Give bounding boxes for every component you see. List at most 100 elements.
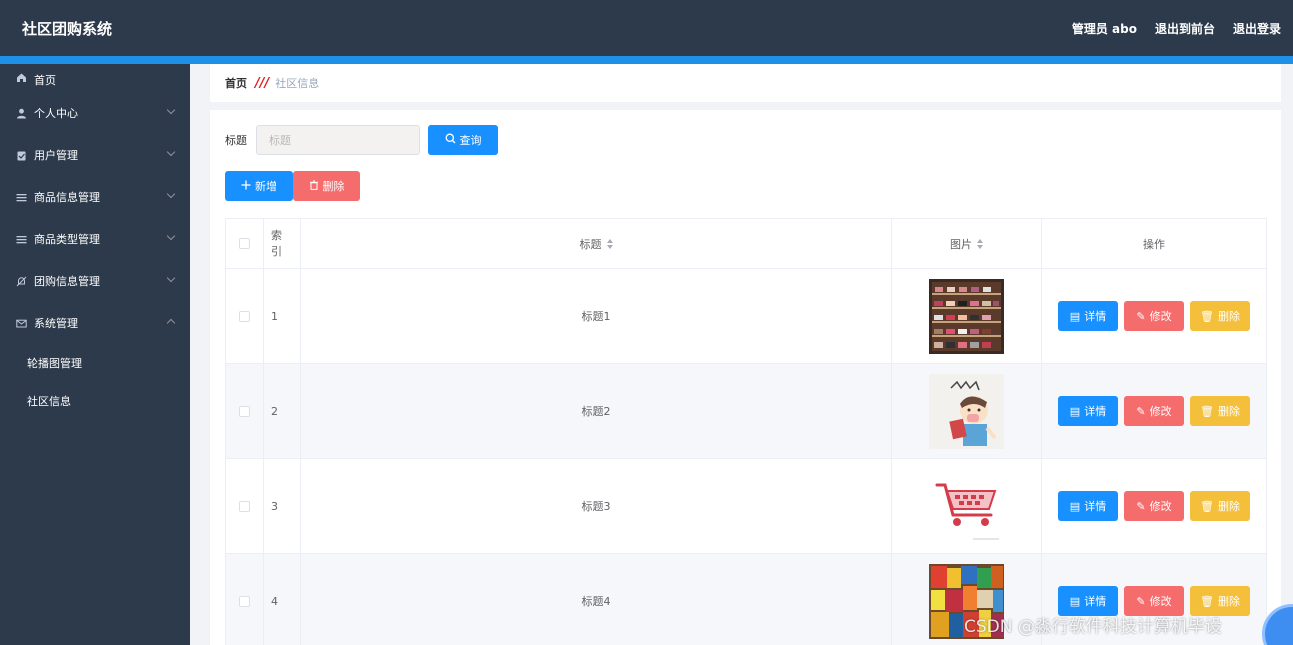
sort-icon[interactable] xyxy=(606,238,613,249)
document-icon: ▤ xyxy=(1069,404,1081,418)
breadcrumb-separator-icon: /// xyxy=(255,75,270,91)
sidebar-item-label: 系统管理 xyxy=(34,317,78,330)
edit-button[interactable]: ✎ 修改 xyxy=(1124,491,1184,521)
admin-user-link[interactable]: 管理员 abo xyxy=(1072,20,1137,37)
header-checkbox-cell xyxy=(226,219,264,268)
header-accent-bar xyxy=(0,56,1293,64)
shopping-cart-image[interactable] xyxy=(929,468,1004,544)
list-icon xyxy=(16,234,27,245)
row-checkbox[interactable] xyxy=(239,500,250,512)
shoe-rack-image[interactable] xyxy=(929,278,1004,354)
sidebar-item-label: 商品信息管理 xyxy=(34,191,100,204)
sidebar-subitem-carousel[interactable]: 轮播图管理 xyxy=(0,344,190,382)
header-title[interactable]: 标题 xyxy=(301,219,892,268)
breadcrumb: 首页 /// 社区信息 xyxy=(210,64,1281,102)
row-operations: ▤ 详情 ✎ 修改 🗑 删除 xyxy=(1042,269,1266,363)
chevron-down-icon xyxy=(166,273,176,283)
edit-label: 修改 xyxy=(1149,310,1172,323)
edit-label: 修改 xyxy=(1149,595,1172,608)
edit-button[interactable]: ✎ 修改 xyxy=(1124,396,1184,426)
select-all-checkbox[interactable] xyxy=(239,238,250,249)
sidebar-item-personal-center[interactable]: 个人中心 xyxy=(0,92,190,134)
sidebar-item-group-buy[interactable]: 团购信息管理 xyxy=(0,260,190,302)
document-icon: ▤ xyxy=(1069,309,1081,323)
header-image-label: 图片 xyxy=(950,237,972,251)
pencil-icon: ✎ xyxy=(1136,309,1146,323)
cartoon-shopper-image[interactable] xyxy=(929,373,1004,449)
row-index: 2 xyxy=(264,364,301,458)
pencil-icon: ✎ xyxy=(1136,404,1146,418)
batch-delete-button[interactable]: 删除 xyxy=(293,171,360,201)
row-image-cell xyxy=(892,269,1042,363)
main-panel: 标题 查询 新增 删除 索引 标题 xyxy=(210,110,1281,645)
edit-label: 修改 xyxy=(1149,500,1172,513)
chevron-up-icon xyxy=(166,318,176,328)
query-button[interactable]: 查询 xyxy=(428,125,498,155)
detail-button[interactable]: ▤ 详情 xyxy=(1058,396,1118,426)
sidebar-item-product-info[interactable]: 商品信息管理 xyxy=(0,176,190,218)
edit-label: 修改 xyxy=(1149,405,1172,418)
detail-label: 详情 xyxy=(1084,405,1107,418)
list-icon xyxy=(16,192,27,203)
row-operations: ▤ 详情 ✎ 修改 🗑 删除 xyxy=(1042,459,1266,553)
chevron-down-icon xyxy=(166,147,176,157)
detail-label: 详情 xyxy=(1084,310,1107,323)
exit-to-frontend-link[interactable]: 退出到前台 xyxy=(1155,20,1215,37)
row-checkbox-cell xyxy=(226,459,264,553)
row-title: 标题1 xyxy=(301,269,892,363)
sidebar-item-label: 个人中心 xyxy=(34,107,78,120)
data-table: 索引 标题 图片 操作 1 标题1 ▤ 详情 ✎ 修改 🗑 删除 2 标题2 ▤… xyxy=(225,218,1267,645)
detail-button[interactable]: ▤ 详情 xyxy=(1058,301,1118,331)
row-checkbox[interactable] xyxy=(239,310,250,322)
action-bar: 新增 删除 xyxy=(225,171,360,201)
header-operation: 操作 xyxy=(1042,219,1266,268)
header-index: 索引 xyxy=(264,219,301,268)
sidebar-item-system-management[interactable]: 系统管理 xyxy=(0,302,190,344)
detail-label: 详情 xyxy=(1084,595,1107,608)
search-icon xyxy=(445,133,456,147)
delete-label: 删除 xyxy=(1217,500,1240,513)
chevron-down-icon xyxy=(166,105,176,115)
table-row: 2 标题2 ▤ 详情 ✎ 修改 🗑 删除 xyxy=(226,364,1266,459)
row-title: 标题2 xyxy=(301,364,892,458)
query-button-label: 查询 xyxy=(459,134,482,147)
row-checkbox[interactable] xyxy=(239,405,250,417)
row-image-cell xyxy=(892,364,1042,458)
header-image[interactable]: 图片 xyxy=(892,219,1042,268)
row-operations: ▤ 详情 ✎ 修改 🗑 删除 xyxy=(1042,364,1266,458)
sidebar-item-home[interactable]: 首页 xyxy=(0,64,190,92)
delete-label: 删除 xyxy=(1217,310,1240,323)
sidebar-item-label: 用户管理 xyxy=(34,149,78,162)
search-input[interactable] xyxy=(256,125,420,155)
add-button[interactable]: 新增 xyxy=(225,171,293,201)
sidebar-subitem-community-info[interactable]: 社区信息 xyxy=(0,382,190,420)
logout-link[interactable]: 退出登录 xyxy=(1233,20,1281,37)
sidebar-item-user-management[interactable]: 用户管理 xyxy=(0,134,190,176)
sort-icon[interactable] xyxy=(977,238,983,249)
delete-button[interactable]: 🗑 删除 xyxy=(1190,491,1250,521)
breadcrumb-home[interactable]: 首页 xyxy=(225,75,247,91)
header-operation-label: 操作 xyxy=(1143,237,1165,251)
row-title: 标题3 xyxy=(301,459,892,553)
edit-button[interactable]: ✎ 修改 xyxy=(1124,301,1184,331)
document-icon: ▤ xyxy=(1069,594,1081,608)
breadcrumb-current: 社区信息 xyxy=(275,77,320,90)
pencil-icon: ✎ xyxy=(1136,499,1146,513)
search-label: 标题 xyxy=(225,134,247,147)
delete-button[interactable]: 🗑 删除 xyxy=(1190,301,1250,331)
sidebar-item-product-type[interactable]: 商品类型管理 xyxy=(0,218,190,260)
delete-label: 删除 xyxy=(1217,405,1240,418)
add-button-label: 新增 xyxy=(255,180,277,193)
row-image-cell xyxy=(892,459,1042,553)
sidebar-item-label: 商品类型管理 xyxy=(34,233,100,246)
plus-icon xyxy=(241,180,251,193)
row-index: 1 xyxy=(264,269,301,363)
chevron-down-icon xyxy=(166,231,176,241)
delete-button[interactable]: 🗑 删除 xyxy=(1190,396,1250,426)
header-nav: 管理员 abo 退出到前台 退出登录 xyxy=(1072,20,1281,37)
detail-button[interactable]: ▤ 详情 xyxy=(1058,491,1118,521)
search-form: 标题 查询 xyxy=(225,125,498,155)
pencil-icon: ✎ xyxy=(1136,594,1146,608)
header-title-label: 标题 xyxy=(579,237,602,251)
row-checkbox[interactable] xyxy=(239,595,250,607)
